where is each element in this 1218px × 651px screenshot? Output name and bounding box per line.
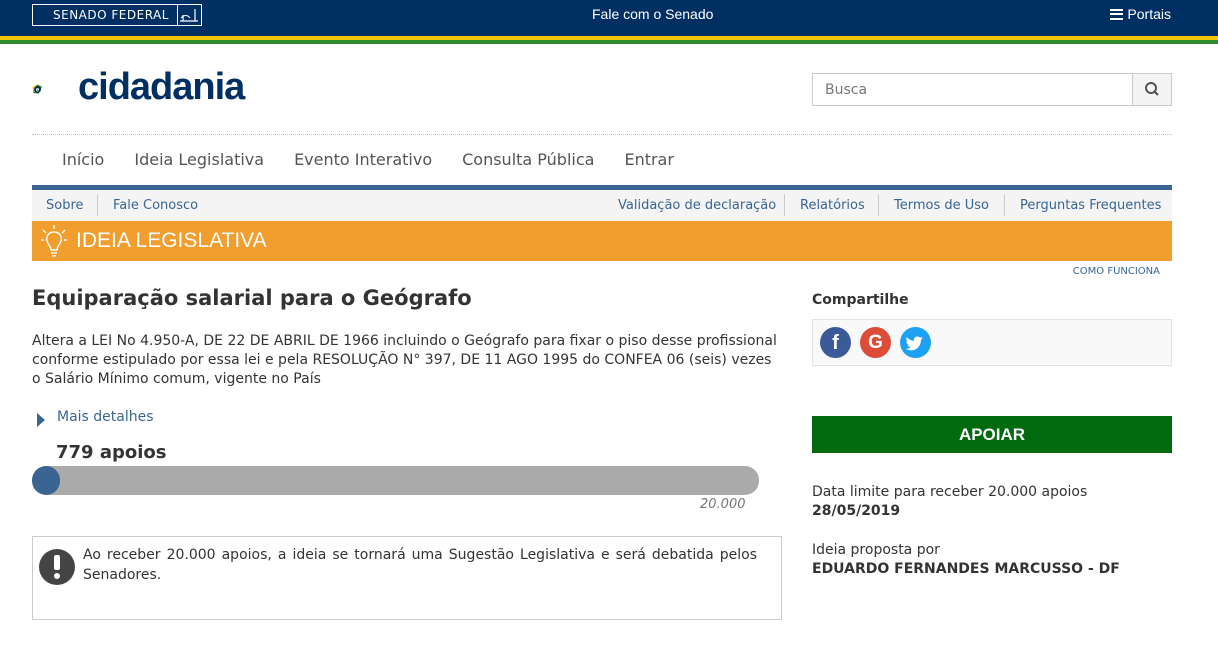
section-title: IDEIA LEGISLATIVA — [76, 229, 267, 252]
search-button[interactable] — [1132, 74, 1171, 105]
como-funciona-link[interactable]: COMO FUNCIONA — [1073, 266, 1160, 277]
header-separator — [32, 134, 1172, 135]
idea-description: Altera a LEI No 4.950-A, DE 22 DE ABRIL … — [32, 333, 777, 387]
idea-title: Equiparação salarial para o Geógrafo — [32, 286, 472, 310]
ecidadania-logo-icon[interactable]: e — [32, 66, 80, 112]
lightbulb-icon — [41, 225, 67, 257]
subnav-sobre[interactable]: Sobre — [46, 198, 84, 213]
search-icon — [1145, 82, 1159, 96]
congress-building-icon — [177, 5, 201, 25]
deadline-label: Data limite para receber 20.000 apoios — [812, 484, 1088, 500]
exclamation-icon — [39, 549, 75, 585]
nav-consulta-publica[interactable]: Consulta Pública — [462, 150, 594, 169]
senado-federal-label: SENADO FEDERAL — [53, 8, 169, 22]
notice-box: Ao receber 20.000 apoios, a ideia se tor… — [32, 536, 782, 620]
nav-evento-interativo[interactable]: Evento Interativo — [294, 150, 432, 169]
twitter-icon[interactable] — [900, 327, 931, 358]
fale-com-senado-link[interactable]: Fale com o Senado — [592, 6, 713, 22]
main-nav: Início Ideia Legislativa Evento Interati… — [62, 150, 674, 169]
google-icon[interactable]: G — [860, 327, 891, 358]
subnav-fale-conosco[interactable]: Fale Conosco — [113, 198, 198, 213]
logo-text[interactable]: cidadania — [78, 66, 245, 109]
hamburger-icon — [1110, 8, 1124, 20]
subnav-divider — [784, 194, 785, 216]
facebook-icon[interactable]: f — [820, 327, 851, 358]
portais-label: Portais — [1127, 6, 1171, 22]
subnav-divider — [878, 194, 879, 216]
subnav-validacao[interactable]: Validação de declaração — [618, 198, 776, 213]
sub-nav: Sobre Fale Conosco Validação de declaraç… — [32, 190, 1172, 221]
senado-federal-link[interactable]: SENADO FEDERAL — [32, 4, 202, 26]
mais-detalhes-toggle[interactable]: Mais detalhes — [37, 407, 154, 427]
search-input[interactable] — [813, 74, 1132, 105]
nav-entrar[interactable]: Entrar — [624, 150, 673, 169]
notice-text: Ao receber 20.000 apoios, a ideia se tor… — [83, 547, 757, 583]
support-goal: 20.000 — [700, 497, 746, 512]
apoiar-button[interactable]: APOIAR — [812, 416, 1172, 453]
proposer-name: EDUARDO FERNANDES MARCUSSO - DF — [812, 561, 1120, 577]
subnav-divider — [1004, 194, 1005, 216]
expand-triangle-icon — [37, 413, 45, 427]
nav-inicio[interactable]: Início — [62, 150, 104, 169]
proposer-label: Ideia proposta por — [812, 542, 940, 558]
mais-detalhes-label: Mais detalhes — [57, 409, 154, 425]
support-progress-bar — [32, 466, 759, 495]
support-progress-fill — [32, 466, 61, 495]
subnav-termos[interactable]: Termos de Uso — [894, 198, 989, 213]
support-count: 779 apoios — [56, 442, 167, 463]
portais-menu[interactable]: Portais — [1110, 6, 1171, 22]
share-heading: Compartilhe — [812, 292, 909, 308]
deadline-date: 28/05/2019 — [812, 503, 901, 519]
share-box: f G — [812, 319, 1172, 366]
subnav-perguntas[interactable]: Perguntas Frequentes — [1020, 198, 1161, 213]
subnav-divider — [97, 194, 98, 216]
subnav-relatorios[interactable]: Relatórios — [800, 198, 865, 213]
green-stripe — [0, 40, 1218, 44]
search-box — [812, 73, 1172, 106]
section-banner: IDEIA LEGISLATIVA — [32, 221, 1172, 261]
nav-ideia-legislativa[interactable]: Ideia Legislativa — [134, 150, 264, 169]
